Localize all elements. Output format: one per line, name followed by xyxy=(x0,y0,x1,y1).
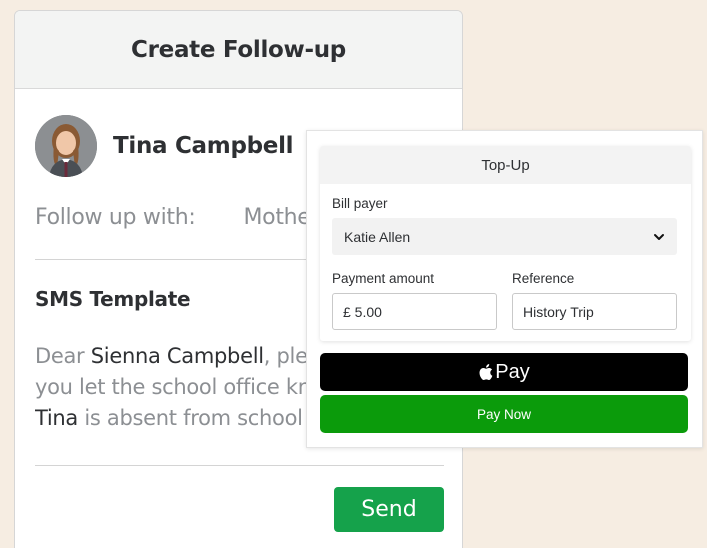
reference-label: Reference xyxy=(512,271,575,286)
sms-parent-name: Sienna Campbell xyxy=(90,344,264,368)
bill-payer-label: Bill payer xyxy=(332,196,388,211)
followup-title: Create Follow-up xyxy=(131,36,346,63)
avatar xyxy=(35,115,97,177)
student-row: Tina Campbell xyxy=(35,115,294,177)
apple-pay-label: Pay xyxy=(495,360,530,383)
pay-now-button[interactable]: Pay Now xyxy=(320,395,688,433)
chevron-down-icon xyxy=(654,233,664,240)
apple-pay-button[interactable]: Pay xyxy=(320,353,688,391)
payment-amount-label: Payment amount xyxy=(332,271,435,286)
sms-template-title: SMS Template xyxy=(35,287,191,311)
bill-payer-value: Katie Allen xyxy=(344,228,411,245)
apple-logo-icon xyxy=(479,364,493,380)
follow-up-with-label: Follow up with: xyxy=(35,205,196,230)
topup-panel: Top-Up Bill payer Katie Allen Payment am… xyxy=(306,130,703,448)
reference-input[interactable]: History Trip xyxy=(512,293,677,330)
student-name: Tina Campbell xyxy=(113,133,294,159)
sms-text: Dear xyxy=(35,344,91,368)
topup-form: Top-Up Bill payer Katie Allen Payment am… xyxy=(320,146,691,341)
send-button[interactable]: Send xyxy=(334,487,444,532)
topup-title: Top-Up xyxy=(320,146,691,184)
divider xyxy=(35,465,444,466)
followup-header: Create Follow-up xyxy=(15,11,462,89)
sms-student-name: Tina xyxy=(35,406,78,430)
student-photo-icon xyxy=(35,115,97,177)
bill-payer-select[interactable]: Katie Allen xyxy=(332,218,677,255)
payment-amount-input[interactable]: £ 5.00 xyxy=(332,293,497,330)
follow-up-with-row: Follow up with: Mother xyxy=(35,205,320,230)
